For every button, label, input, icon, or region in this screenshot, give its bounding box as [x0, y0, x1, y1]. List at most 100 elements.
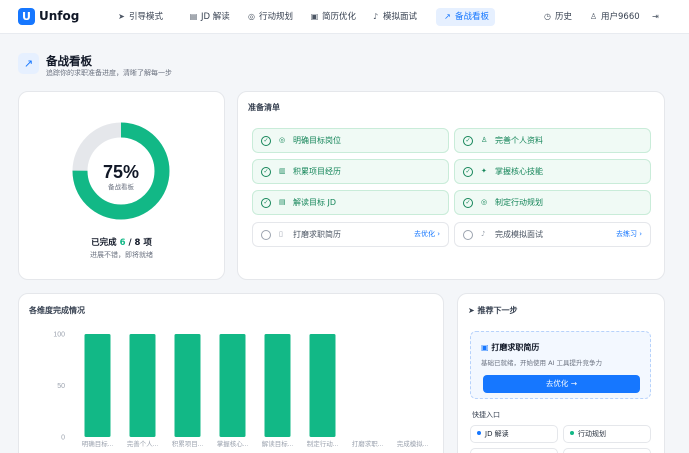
- y-tick-label: 50: [57, 383, 65, 390]
- chart-bar: [219, 334, 246, 437]
- nav-item-label: JD 解读: [201, 12, 230, 22]
- check-icon: ✓: [463, 136, 473, 146]
- trending-up-icon: ↗: [18, 53, 39, 74]
- checklist-item-label: 解读目标 JD: [293, 198, 337, 207]
- checklist-item-label: 打磨求职简历: [293, 230, 341, 239]
- x-tick-label: 制定行动...: [307, 439, 339, 448]
- checklist-item-label: 积累项目经历: [293, 167, 341, 176]
- next-step-card: ➤ 推荐下一步 ▣ 打磨求职简历 基础已就绪，开始使用 AI 工具提升竞争力 去…: [457, 293, 665, 453]
- page-subtitle: 追踪你的求职准备进度，清晰了解每一步: [46, 69, 172, 77]
- nav-item-resume[interactable]: ▣ 简历优化: [303, 8, 362, 26]
- trending-up-icon: ↗: [444, 12, 451, 21]
- briefcase-icon: ▥: [279, 167, 286, 175]
- checklist-item-label: 掌握核心技能: [495, 167, 543, 176]
- target-icon: ◎: [248, 12, 255, 21]
- nav-item-guide[interactable]: ➤ 引导模式: [110, 8, 169, 26]
- user-icon: ♙: [481, 136, 488, 144]
- dimension-chart: 0 50 100 明确目标... 完善个人... 积累项目... 掌握核心... 解读目标..…: [53, 332, 429, 449]
- x-tick-label: 积累项目...: [172, 439, 204, 448]
- x-tick-label: 解读目标...: [262, 439, 294, 448]
- quick-link[interactable]: [563, 448, 651, 453]
- history-label: 历史: [555, 12, 573, 22]
- recommendation-box: ▣ 打磨求职简历 基础已就绪，开始使用 AI 工具提升竞争力 去优化 →: [470, 331, 651, 399]
- checklist-item-label: 明确目标岗位: [293, 136, 341, 145]
- unchecked-circle-icon: [261, 230, 271, 240]
- microphone-icon: ♪: [481, 230, 486, 238]
- user-name: 用户9660: [601, 12, 640, 22]
- progress-percent: 75%: [103, 162, 139, 182]
- checklist-item[interactable]: ✓ ◎ 制定行动规划: [454, 190, 651, 215]
- checklist-item-label: 完善个人资料: [495, 136, 543, 145]
- y-tick-label: 0: [61, 435, 65, 442]
- checklist-item[interactable]: ✓ ✦ 掌握核心技能: [454, 159, 651, 184]
- sparkle-icon: ✦: [481, 167, 487, 175]
- chart-bar: [174, 334, 201, 437]
- file-edit-icon: ▣: [481, 343, 489, 352]
- x-tick-label: 明确目标...: [82, 439, 114, 448]
- brand-name[interactable]: Unfog: [39, 9, 79, 23]
- chart-bar: [129, 334, 156, 437]
- progress-done: 已完成 6 / 8 项: [19, 236, 224, 248]
- x-tick-label: 完成模拟...: [397, 439, 429, 448]
- user-icon: ♙: [589, 12, 598, 21]
- checklist-item[interactable]: ▯ 打磨求职简历 去优化 ›: [252, 222, 449, 247]
- logout-button[interactable]: ⇥: [644, 8, 669, 26]
- x-tick-label: 完善个人...: [127, 439, 159, 448]
- nav-item-plan[interactable]: ◎ 行动规划: [240, 8, 299, 26]
- check-icon: ✓: [261, 136, 271, 146]
- progress-ring: 75% 备战看板: [72, 122, 170, 220]
- progress-note: 进展不错，即将就绪: [90, 251, 153, 259]
- chart-bar: [309, 334, 336, 437]
- nav-item-label: 模拟面试: [383, 12, 418, 22]
- history-button[interactable]: ◷ 历史: [536, 8, 578, 26]
- microphone-icon: ♪: [372, 12, 379, 21]
- send-icon: ➤: [118, 12, 125, 21]
- chart-bar: [84, 334, 111, 437]
- x-tick-label: 打磨求职...: [352, 439, 384, 448]
- check-icon: ✓: [463, 167, 473, 177]
- progress-done-suffix: / 8 项: [128, 238, 152, 248]
- go-practice-link[interactable]: 去练习 ›: [616, 223, 642, 246]
- checklist-item[interactable]: ✓ ♙ 完善个人资料: [454, 128, 651, 153]
- dot-icon: [477, 431, 481, 435]
- file-icon: ▯: [279, 230, 283, 238]
- nav-item-label: 行动规划: [259, 12, 294, 22]
- chart-bar: [264, 334, 291, 437]
- recommendation-title: ▣ 打磨求职简历: [481, 343, 540, 352]
- send-icon: ➤: [468, 306, 475, 315]
- app-logo[interactable]: U: [18, 8, 35, 25]
- nav-item-jd[interactable]: ▤ JD 解读: [182, 8, 236, 26]
- checklist-title: 准备清单: [248, 103, 280, 112]
- checklist-item-label: 完成模拟面试: [495, 230, 543, 239]
- dot-icon: [570, 431, 574, 435]
- checklist-item[interactable]: ✓ ▥ 积累项目经历: [252, 159, 449, 184]
- quick-link-jd[interactable]: JD 解读: [470, 425, 558, 443]
- quick-link[interactable]: [470, 448, 558, 453]
- nav-item-dashboard[interactable]: ↗ 备战看板: [436, 8, 496, 26]
- recommendation-desc: 基础已就绪，开始使用 AI 工具提升竞争力: [481, 359, 602, 367]
- logout-icon: ⇥: [652, 12, 659, 21]
- quick-link-label: 行动规划: [578, 430, 606, 438]
- nav-item-interview[interactable]: ♪ 模拟面试: [364, 8, 423, 26]
- nav-item-label: 简历优化: [322, 12, 357, 22]
- page-title: 备战看板: [46, 54, 92, 68]
- nav-item-label: 引导模式: [129, 12, 164, 22]
- quick-link-label: JD 解读: [485, 430, 509, 438]
- progress-done-count: 6: [119, 238, 126, 248]
- go-optimize-link[interactable]: 去优化 ›: [414, 223, 440, 246]
- document-icon: ▤: [189, 12, 198, 21]
- x-tick-label: 掌握核心...: [217, 439, 249, 448]
- checklist-item[interactable]: ✓ ▤ 解读目标 JD: [252, 190, 449, 215]
- next-step-title: ➤ 推荐下一步: [468, 306, 518, 315]
- checklist-item[interactable]: ♪ 完成模拟面试 去练习 ›: [454, 222, 651, 247]
- user-menu[interactable]: ♙ 用户9660: [582, 8, 646, 26]
- nav-item-label: 备战看板: [455, 12, 490, 22]
- document-icon: ▤: [279, 198, 286, 206]
- progress-card: 75% 备战看板 已完成 6 / 8 项 进展不错，即将就绪: [18, 91, 225, 280]
- go-optimize-button[interactable]: 去优化 →: [483, 375, 640, 393]
- quick-link-plan[interactable]: 行动规划: [563, 425, 651, 443]
- check-icon: ✓: [261, 167, 271, 177]
- checklist-card: 准备清单 ✓ ◎ 明确目标岗位 ✓ ♙ 完善个人资料 ✓ ▥ 积累项目经历 ✓ …: [237, 91, 665, 280]
- checklist-item[interactable]: ✓ ◎ 明确目标岗位: [252, 128, 449, 153]
- checklist-item-label: 制定行动规划: [495, 198, 543, 207]
